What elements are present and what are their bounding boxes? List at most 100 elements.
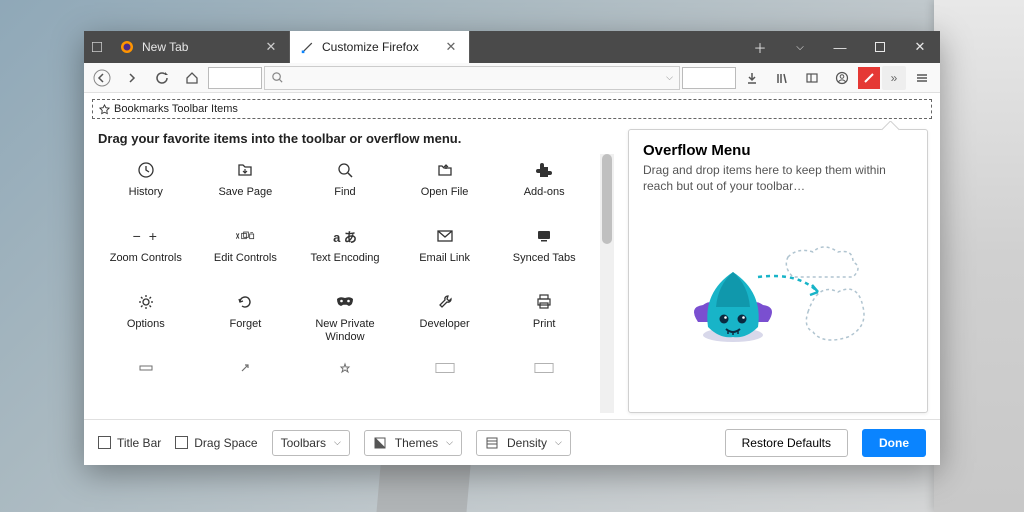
zoom-icon: − +: [136, 226, 156, 246]
email-icon: [435, 226, 455, 246]
nav-toolbar: ⌵ »: [84, 63, 940, 93]
palette-scrollbar[interactable]: [600, 154, 614, 413]
palette-item-print[interactable]: Print: [494, 286, 594, 352]
home-button[interactable]: [178, 65, 206, 91]
tabs-dropdown-button[interactable]: ⌵: [780, 31, 820, 63]
search-bar[interactable]: [682, 67, 736, 89]
minimize-button[interactable]: —: [820, 31, 860, 63]
overflow-panel[interactable]: Overflow Menu Drag and drop items here t…: [628, 129, 928, 413]
button-label: Done: [879, 436, 909, 450]
palette-item-more[interactable]: [494, 352, 594, 413]
density-icon: [485, 436, 499, 450]
palette-item-zoom[interactable]: − + Zoom Controls: [96, 220, 196, 286]
restore-defaults-button[interactable]: Restore Defaults: [725, 429, 848, 457]
more-icon: [534, 358, 554, 378]
chevron-down-icon: ⌵: [555, 437, 562, 448]
tab-new-tab[interactable]: New Tab ✕: [110, 31, 290, 63]
palette-item-more[interactable]: [395, 352, 495, 413]
palette-item-history[interactable]: History: [96, 154, 196, 220]
bookmarks-toolbar-drop[interactable]: Bookmarks Toolbar Items: [92, 99, 932, 119]
palette-item-email-link[interactable]: Email Link: [395, 220, 495, 286]
title-bar-checkbox[interactable]: Title Bar: [98, 436, 161, 450]
overflow-illustration: [643, 194, 913, 400]
gear-icon: [136, 292, 156, 312]
palette-item-find[interactable]: Find: [295, 154, 395, 220]
tab-label: New Tab: [142, 40, 188, 54]
wrench-icon: [435, 292, 455, 312]
more-icon: [335, 358, 355, 378]
palette-item-options[interactable]: Options: [96, 286, 196, 352]
palette-item-label: Add-ons: [524, 186, 565, 199]
palette-item-open-file[interactable]: Open File: [395, 154, 495, 220]
toolbars-dropdown[interactable]: Toolbars ⌵: [272, 430, 350, 456]
palette-item-label: Text Encoding: [310, 252, 379, 265]
palette-item-more[interactable]: [295, 352, 395, 413]
account-button[interactable]: [828, 65, 856, 91]
palette-item-more[interactable]: [96, 352, 196, 413]
sidebars-button[interactable]: [798, 65, 826, 91]
edit-controls-icon: [235, 226, 255, 246]
palette-item-label: Synced Tabs: [513, 252, 576, 265]
firefox-window: New Tab ✕ Customize Firefox ✕ ＋ ⌵ — ✕: [84, 31, 940, 465]
density-dropdown[interactable]: Density ⌵: [476, 430, 571, 456]
forward-button[interactable]: [118, 65, 146, 91]
chevron-down-icon: ⌵: [446, 437, 453, 448]
palette-item-synced-tabs[interactable]: Synced Tabs: [494, 220, 594, 286]
palette-item-label: Edit Controls: [214, 252, 277, 265]
palette-item-private-window[interactable]: New Private Window: [295, 286, 395, 352]
instruction-text: Drag your favorite items into the toolba…: [98, 131, 614, 146]
dropdown-label: Toolbars: [281, 436, 326, 450]
palette-item-developer[interactable]: Developer: [395, 286, 495, 352]
palette-item-edit[interactable]: Edit Controls: [196, 220, 296, 286]
synced-tabs-icon: [534, 226, 554, 246]
hamburger-menu-button[interactable]: [908, 71, 936, 85]
url-bar[interactable]: ⌵: [264, 66, 680, 90]
library-button[interactable]: [768, 65, 796, 91]
tab-label: Customize Firefox: [322, 40, 419, 54]
search-icon: [271, 71, 284, 84]
close-icon[interactable]: ✕: [263, 39, 279, 55]
maximize-button[interactable]: [860, 31, 900, 63]
reload-button[interactable]: [148, 65, 176, 91]
customize-palette[interactable]: History Save Page Find Open File: [96, 154, 598, 413]
tab-customize[interactable]: Customize Firefox ✕: [290, 31, 470, 63]
palette-item-label: New Private Window: [295, 318, 395, 343]
palette-item-label: Options: [127, 318, 165, 331]
palette-item-label: Developer: [420, 318, 470, 331]
palette-item-label: Print: [533, 318, 556, 331]
palette-item-label: Forget: [229, 318, 261, 331]
overflow-button[interactable]: »: [882, 66, 906, 90]
window-icon: [92, 42, 102, 52]
palette-item-forget[interactable]: Forget: [196, 286, 296, 352]
scrollbar-thumb[interactable]: [602, 154, 612, 244]
button-label: Restore Defaults: [742, 436, 831, 450]
palette-item-more[interactable]: [196, 352, 296, 413]
drag-space-checkbox[interactable]: Drag Space: [175, 436, 257, 450]
close-window-button[interactable]: ✕: [900, 31, 940, 63]
downloads-button[interactable]: [738, 65, 766, 91]
palette-item-text-encoding[interactable]: a あ Text Encoding: [295, 220, 395, 286]
back-button[interactable]: [88, 65, 116, 91]
customize-footer: Title Bar Drag Space Toolbars ⌵ Themes ⌵…: [84, 419, 940, 465]
palette-item-addons[interactable]: Add-ons: [494, 154, 594, 220]
extension-button[interactable]: [858, 67, 880, 89]
save-page-icon: [235, 160, 255, 180]
new-tab-button[interactable]: ＋: [740, 31, 780, 63]
overflow-description: Drag and drop items here to keep them wi…: [643, 163, 913, 194]
themes-dropdown[interactable]: Themes ⌵: [364, 430, 462, 456]
done-button[interactable]: Done: [862, 429, 926, 457]
checkbox-icon: [175, 436, 188, 449]
palette-item-label: Find: [334, 186, 355, 199]
close-icon[interactable]: ✕: [443, 39, 459, 55]
firefox-favicon: [120, 40, 134, 54]
flexible-space[interactable]: [208, 67, 262, 89]
chevron-down-icon[interactable]: ⌵: [666, 72, 673, 83]
checkbox-label: Title Bar: [117, 436, 161, 450]
palette-item-save-page[interactable]: Save Page: [196, 154, 296, 220]
text-encoding-icon: a あ: [335, 226, 355, 246]
palette-item-label: History: [129, 186, 163, 199]
palette-item-label: Open File: [421, 186, 469, 199]
bookmark-icon: [99, 104, 110, 115]
history-icon: [136, 160, 156, 180]
checkbox-label: Drag Space: [194, 436, 257, 450]
